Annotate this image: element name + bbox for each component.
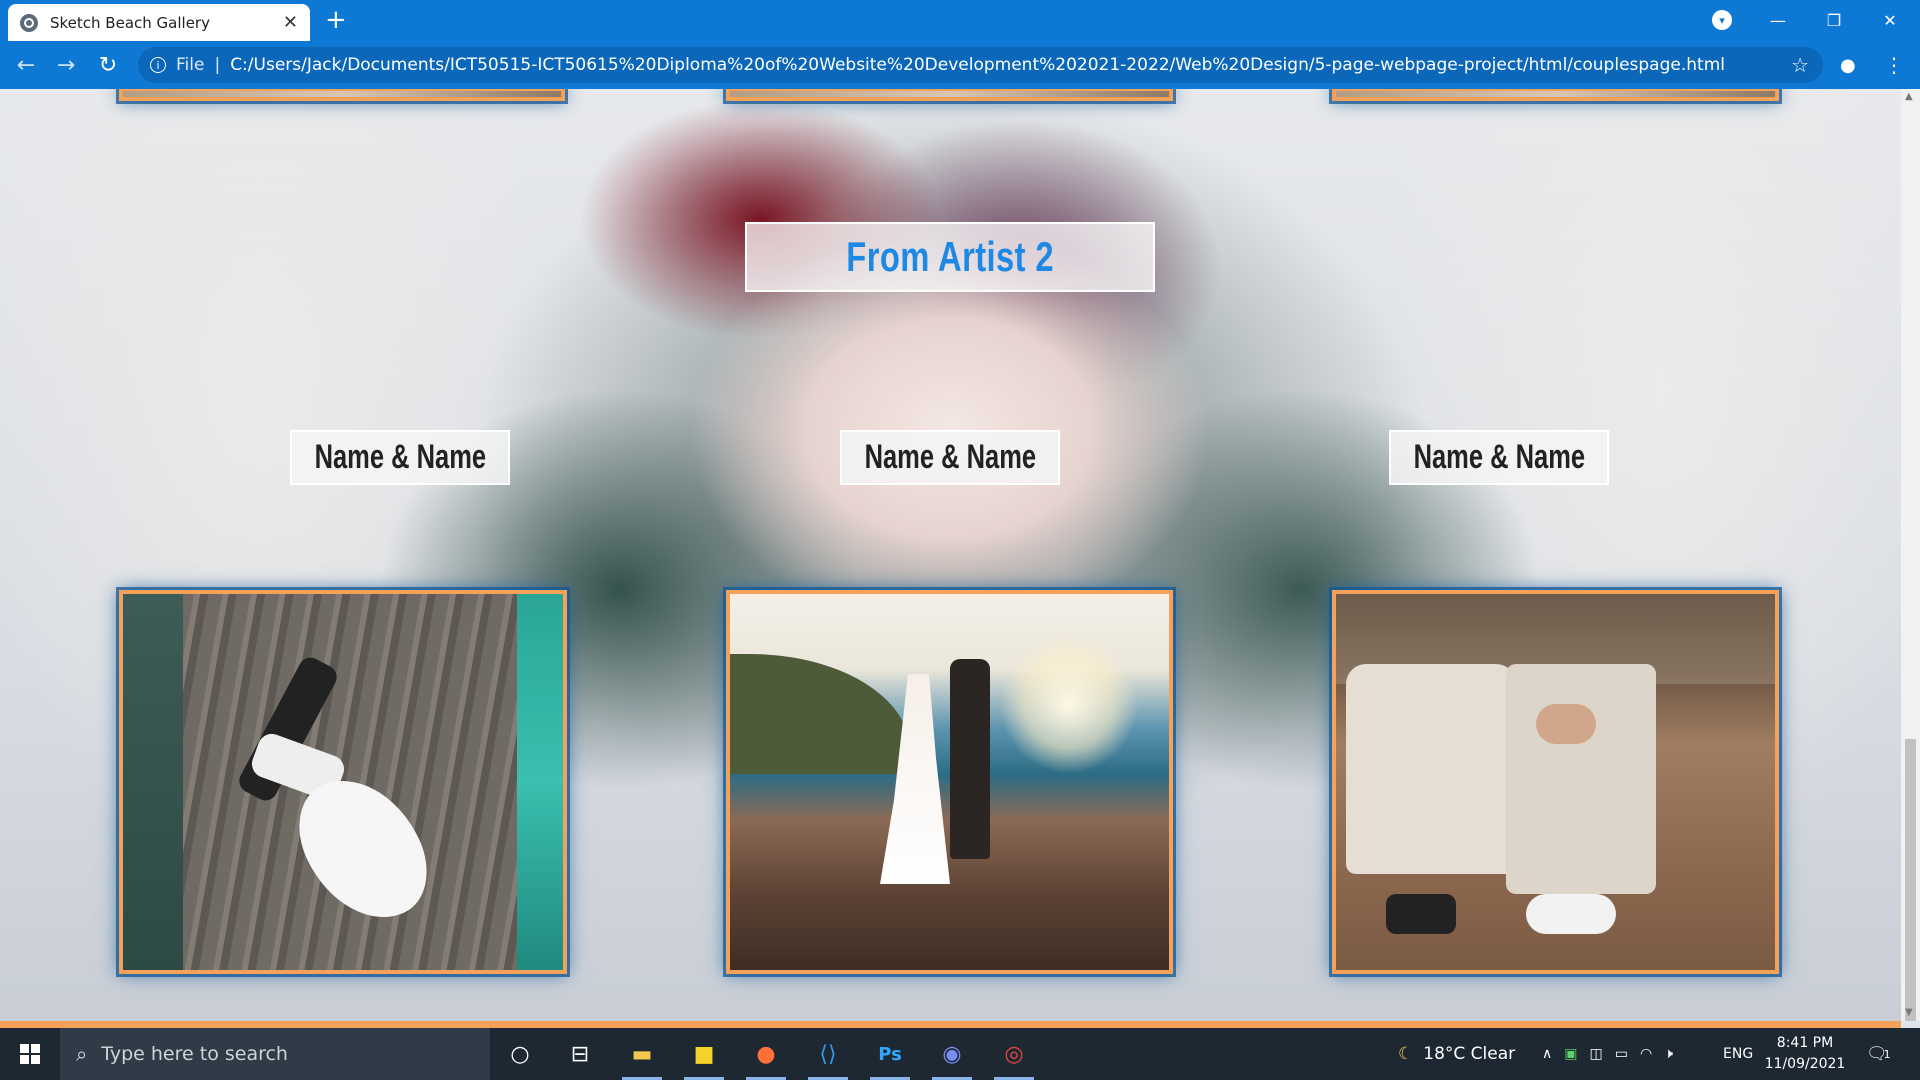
couple-photo-beach[interactable]	[1332, 590, 1779, 974]
start-button[interactable]	[0, 1028, 60, 1080]
meet-now-icon[interactable]: ◫	[1589, 1046, 1602, 1062]
photo-water-left	[123, 594, 183, 970]
weather-text: 18°C Clear	[1423, 1044, 1516, 1064]
moon-icon: ☾	[1398, 1044, 1414, 1064]
photo-sun	[999, 634, 1139, 774]
previous-row-photo-2	[726, 89, 1173, 101]
sticky-notes-icon[interactable]: ■	[684, 1036, 724, 1080]
couple-name-label: Name & Name	[1413, 438, 1585, 476]
url-text[interactable]: C:/Users/Jack/Documents/ICT50515-ICT5061…	[230, 55, 1725, 75]
scroll-up-icon[interactable]: ▲	[1905, 91, 1913, 102]
profile-avatar-icon[interactable]: ●	[1840, 55, 1860, 76]
previous-row-photo-3	[1332, 89, 1779, 101]
site-info-icon[interactable]: i	[150, 57, 166, 73]
back-arrow-icon[interactable]: ←	[10, 49, 42, 81]
volume-muted-icon[interactable]: 🕨	[1664, 1046, 1673, 1062]
restore-button[interactable]: ❐	[1806, 0, 1862, 41]
browser-titlebar: Sketch Beach Gallery ✕ + ▾ — ❐ ✕	[0, 0, 1920, 41]
file-explorer-icon[interactable]: ▬	[622, 1036, 662, 1080]
search-placeholder: Type here to search	[101, 1043, 288, 1065]
minimize-button[interactable]: —	[1750, 0, 1806, 41]
cortana-icon[interactable]: ○	[500, 1036, 540, 1072]
file-scheme-label: File	[176, 55, 205, 75]
photoshop-icon[interactable]: Ps	[870, 1036, 910, 1080]
couple-name-label: Name & Name	[314, 438, 486, 476]
battery-icon[interactable]: ▭	[1615, 1046, 1628, 1062]
browser-tab[interactable]: Sketch Beach Gallery ✕	[8, 4, 310, 41]
tab-close-icon[interactable]: ✕	[283, 12, 298, 33]
section-heading-box: From Artist 2	[745, 222, 1155, 292]
search-icon: ⌕	[76, 1042, 88, 1066]
page-scrollbar[interactable]: ▲ ▼	[1901, 89, 1920, 1021]
scrollbar-thumb[interactable]	[1905, 739, 1916, 1021]
app-tray-icon[interactable]: ▣	[1564, 1046, 1577, 1062]
couple-name-3: Name & Name	[1389, 430, 1609, 485]
couple-photo-pier[interactable]	[119, 590, 567, 974]
vscode-icon[interactable]: ⟨⟩	[808, 1036, 848, 1080]
photo-water-right	[517, 594, 563, 970]
photo-white-shoe	[1526, 894, 1616, 934]
tab-title: Sketch Beach Gallery	[50, 13, 210, 32]
weather-widget[interactable]: ☾ 18°C Clear	[1398, 1028, 1515, 1080]
tab-search-icon[interactable]: ▾	[1712, 10, 1732, 30]
page-footer-border	[0, 1021, 1901, 1028]
photo-pants	[1506, 664, 1656, 894]
language-indicator[interactable]: ENG	[1723, 1028, 1753, 1080]
task-view-icon[interactable]: ⊟	[560, 1036, 600, 1072]
photo-skirt	[1346, 664, 1516, 874]
address-bar[interactable]: i File | C:/Users/Jack/Documents/ICT5051…	[138, 47, 1823, 83]
tab-favicon-icon	[20, 13, 38, 32]
couple-name-1: Name & Name	[290, 430, 510, 485]
close-window-button[interactable]: ✕	[1862, 0, 1918, 41]
clock-date: 11/09/2021	[1764, 1056, 1846, 1072]
browser-toolbar: ← → ↻ i File | C:/Users/Jack/Documents/I…	[0, 41, 1920, 89]
photo-hill	[730, 654, 910, 774]
notification-count: 1	[1883, 1047, 1891, 1061]
taskbar-search[interactable]: ⌕ Type here to search	[60, 1028, 490, 1080]
forward-arrow-icon[interactable]: →	[50, 49, 82, 81]
photo-hands	[1536, 704, 1596, 744]
bookmark-star-icon[interactable]: ☆	[1791, 53, 1809, 77]
wifi-icon[interactable]: ◠	[1640, 1046, 1652, 1062]
chevron-up-icon[interactable]: ∧	[1542, 1046, 1552, 1062]
couple-photo-rocks[interactable]	[726, 590, 1173, 974]
photo-black-shoe	[1386, 894, 1456, 934]
scroll-down-icon[interactable]: ▼	[1905, 1007, 1913, 1018]
new-tab-button[interactable]: +	[325, 6, 347, 34]
windows-logo-icon	[20, 1044, 40, 1064]
discord-icon[interactable]: ◉	[932, 1036, 972, 1080]
previous-row-photo-1	[119, 89, 565, 101]
couple-name-label: Name & Name	[864, 438, 1036, 476]
page-viewport: From Artist 2 Name & Name Name & Name Na…	[0, 89, 1901, 1021]
photo-groom	[950, 659, 990, 859]
clock-time: 8:41 PM	[1776, 1035, 1834, 1051]
kebab-menu-icon[interactable]: ⋮	[1884, 53, 1904, 77]
address-separator: |	[214, 55, 221, 75]
tray-icons[interactable]: ∧ ▣ ◫ ▭ ◠ 🕨	[1542, 1028, 1687, 1080]
chrome-icon[interactable]: ◎	[994, 1036, 1034, 1080]
firefox-icon[interactable]: ●	[746, 1036, 786, 1080]
clock[interactable]: 8:41 PM 11/09/2021	[1764, 1033, 1846, 1075]
couple-name-2: Name & Name	[840, 430, 1060, 485]
notification-center[interactable]: 🗨 1	[1866, 1028, 1891, 1080]
windows-taskbar: ⌕ Type here to search ○ ⊟ ▬ ■ ● ⟨⟩ Ps ◉ …	[0, 1028, 1920, 1080]
section-heading: From Artist 2	[846, 233, 1054, 280]
reload-icon[interactable]: ↻	[92, 49, 124, 81]
